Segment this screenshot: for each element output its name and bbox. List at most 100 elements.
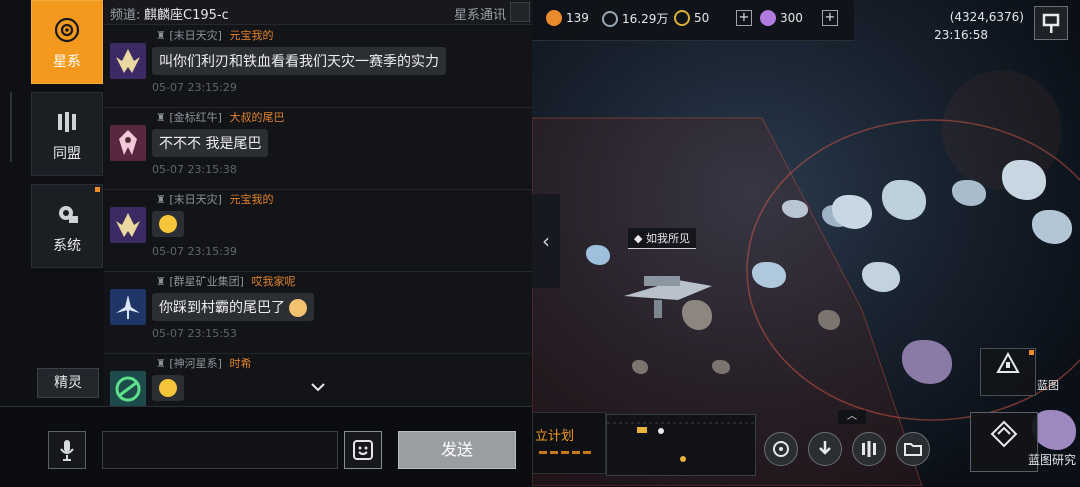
message-header: ♜ [末日天灾] 元宝我的 <box>156 191 273 207</box>
chat-title: 星系通讯 <box>454 8 507 23</box>
asteroid <box>586 245 610 265</box>
chat-message: ♜ [末日天灾] 元宝我的 叫你们利刃和铁血看看我们天灾一赛季的实力 05-07… <box>104 25 532 108</box>
resource-value: 300 <box>780 11 803 25</box>
chat-message-list[interactable]: ♜ [末日天灾] 元宝我的 叫你们利刃和铁血看看我们天灾一赛季的实力 05-07… <box>104 25 532 406</box>
sender-name[interactable]: 大叔的尾巴 <box>229 111 284 124</box>
asteroid <box>632 360 648 374</box>
galaxy-map-button[interactable] <box>764 432 798 466</box>
rank-icon: ♜ <box>156 29 166 42</box>
smiley-icon <box>353 440 373 460</box>
chat-panel: 星系 同盟 系统 精灵 频道: 麒麟座C195-c 星系通讯 ♜ [末日天灾] … <box>0 0 532 487</box>
asteroid <box>818 310 840 330</box>
target-label-text: 如我所见 <box>645 232 690 245</box>
rank-icon: ♜ <box>156 193 166 206</box>
add-gold-button[interactable]: + <box>736 10 752 26</box>
folder-icon <box>904 443 922 456</box>
game-clock: 23:16:58 <box>934 28 988 42</box>
map-menu-button[interactable] <box>1034 6 1068 40</box>
tab-alliance[interactable]: 同盟 <box>31 92 103 176</box>
rank-icon: ♜ <box>156 111 166 124</box>
notification-dot <box>1029 350 1034 355</box>
waypoint-icon: ◆ <box>634 232 643 245</box>
game-map[interactable]: ◆ 如我所见 ‹ 139 16.29万 50 + 300 + (4324,637… <box>532 0 1080 486</box>
chat-header: 频道: 麒麟座C195-c 星系通讯 <box>104 0 532 25</box>
message-header: ♜ [神河星系] 时希 <box>156 355 251 371</box>
minimap[interactable] <box>606 414 756 476</box>
blueprint-research-button[interactable]: 蓝图研究 <box>970 412 1076 472</box>
rank-icon: ♜ <box>156 275 166 288</box>
sender-name[interactable]: 哎我家呢 <box>251 275 295 288</box>
sender-name[interactable]: 元宝我的 <box>229 29 273 42</box>
thinking-emoji-icon <box>159 379 177 397</box>
message-bubble: 叫你们利刃和铁血看看我们天灾一赛季的实力 <box>152 47 446 75</box>
tab-system-label: 系统 <box>53 238 81 254</box>
message-header: ♜ [金标红牛] 大叔的尾巴 <box>156 109 284 125</box>
sprite-button[interactable]: 精灵 <box>37 368 99 398</box>
chat-message: ♜ [金标红牛] 大叔的尾巴 不不不 我是尾巴 05-07 23:15:38 <box>104 107 532 190</box>
coordinates-readout: (4324,6376) <box>949 10 1024 24</box>
download-button[interactable] <box>808 432 842 466</box>
collapse-icon[interactable] <box>510 2 530 22</box>
scroll-down-icon[interactable] <box>306 380 330 400</box>
expand-up-icon[interactable]: ︿ <box>838 410 866 424</box>
guild-tag: [金标红牛] <box>169 111 222 124</box>
resource-value: 50 <box>694 11 710 25</box>
chat-text-input[interactable] <box>102 431 338 469</box>
alliance-icon <box>32 107 102 137</box>
avatar[interactable] <box>110 125 146 161</box>
chat-tab-column: 星系 同盟 系统 <box>0 0 104 406</box>
tab-galaxy[interactable]: 星系 <box>31 0 103 84</box>
map-pin-icon <box>1042 13 1060 33</box>
grin-emoji-icon <box>159 215 177 233</box>
message-bubble: 你踩到村霸的尾巴了 <box>152 293 315 321</box>
plan-panel[interactable]: 立计划 <box>532 412 606 474</box>
blueprint-icon <box>996 351 1020 373</box>
folder-button[interactable] <box>896 432 930 466</box>
ship-icon[interactable] <box>618 256 718 326</box>
message-time: 05-07 23:15:38 <box>152 163 237 176</box>
avatar[interactable] <box>110 43 146 79</box>
plan-progress <box>539 451 593 454</box>
asteroid <box>782 200 808 218</box>
avatar[interactable] <box>110 371 146 406</box>
emoji-button[interactable] <box>344 431 382 469</box>
sender-name[interactable]: 时希 <box>229 357 251 370</box>
resource-value: 16.29万 <box>622 12 669 26</box>
gold-icon <box>674 10 690 26</box>
rank-icon: ♜ <box>156 357 166 370</box>
target-label[interactable]: ◆ 如我所见 <box>628 228 696 249</box>
download-icon <box>819 441 831 455</box>
cat-emoji-icon <box>289 299 308 317</box>
send-button[interactable]: 发送 <box>398 431 516 469</box>
message-time: 05-07 23:15:29 <box>152 81 237 94</box>
guild-tag: [末日天灾] <box>169 193 222 206</box>
guild-tag: [末日天灾] <box>169 29 222 42</box>
alliance-button[interactable] <box>852 432 886 466</box>
system-gear-icon <box>32 199 102 229</box>
tab-system[interactable]: 系统 <box>31 184 103 268</box>
asteroid <box>712 360 730 374</box>
panel-notch <box>0 92 12 162</box>
channel-name: 麒麟座C195-c <box>144 8 229 23</box>
resource-alloy: 139 <box>546 10 589 26</box>
notification-dot <box>95 187 100 192</box>
premium-icon <box>760 10 776 26</box>
resource-value: 139 <box>566 11 589 25</box>
galaxy-swirl-icon <box>773 441 789 457</box>
message-time: 05-07 23:15:39 <box>152 245 237 258</box>
alliance-icon <box>862 441 876 457</box>
add-premium-button[interactable]: + <box>822 10 838 26</box>
galaxy-icon <box>32 15 102 45</box>
blueprint-button[interactable]: 蓝图 <box>980 348 1059 396</box>
sender-name[interactable]: 元宝我的 <box>229 193 273 206</box>
microphone-icon <box>60 440 74 461</box>
avatar[interactable] <box>110 289 146 325</box>
guild-tag: [神河星系] <box>169 357 222 370</box>
resource-premium: 300 <box>760 10 803 26</box>
minimap-markers <box>607 422 755 462</box>
avatar[interactable] <box>110 207 146 243</box>
voice-button[interactable] <box>48 431 86 469</box>
expand-arrow-icon[interactable]: ‹ <box>532 194 560 288</box>
message-header: ♜ [群星矿业集团] 哎我家呢 <box>156 273 295 289</box>
resource-credits: 16.29万 <box>602 10 668 27</box>
